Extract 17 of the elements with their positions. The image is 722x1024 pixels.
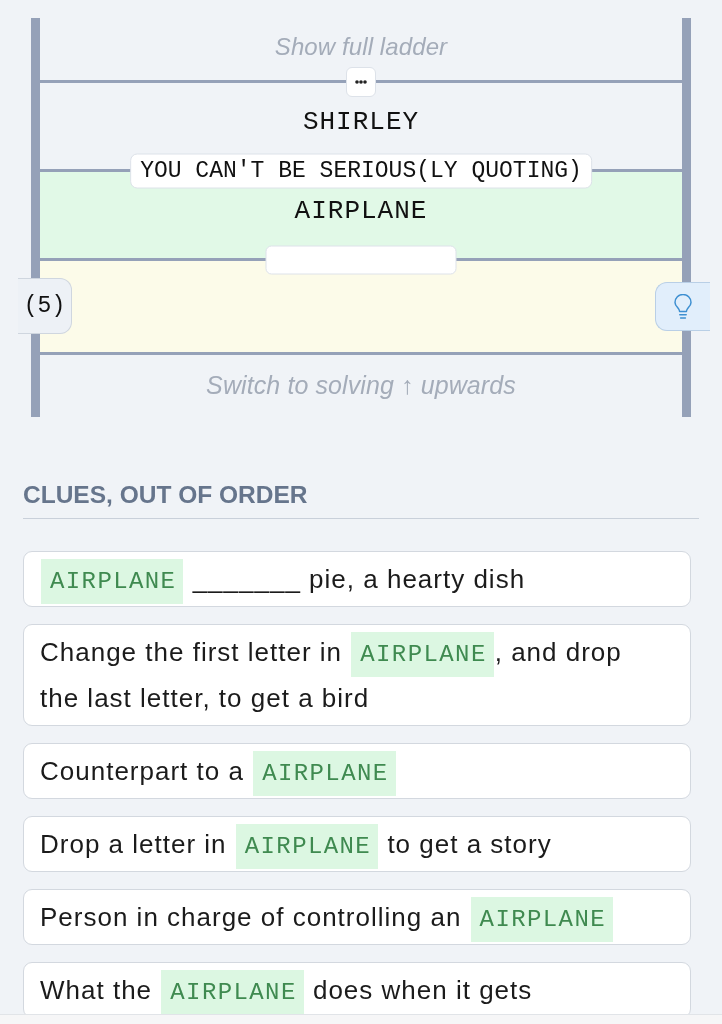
switch-direction-link[interactable]: Switch to solving ↑ upwards [206,370,516,400]
clue-text: AIRPLANE _______ pie, a hearty dish [40,556,638,602]
lightbulb-icon [674,293,692,320]
clue-text: Person in charge of controlling an AIRPLANE [40,894,638,940]
ladder-word: AIRPLANE [294,196,428,226]
clue-text: What the AIRPLANE does when it gets [40,967,638,1013]
section-heading: CLUES, OUT OF ORDER [23,480,308,509]
show-full-ladder-link[interactable]: Show full ladder [274,33,448,61]
letter-count-badge: (5) [18,278,72,334]
hint-button[interactable] [655,282,710,331]
expand-button[interactable] [346,66,376,97]
ladder-word: SHIRLEY [302,107,420,137]
clue-label: YOU CAN'T BE SERIOUS(LY QUOTING) [130,153,592,188]
ellipsis-icon [355,79,367,84]
clue-text: Counterpart to a AIRPLANE [40,748,638,794]
clue-text: Drop a letter in AIRPLANE to get a story [40,821,638,867]
clue-text: Change the first letter in AIRPLANE , and drop the last letter, to get a bird [40,629,638,721]
